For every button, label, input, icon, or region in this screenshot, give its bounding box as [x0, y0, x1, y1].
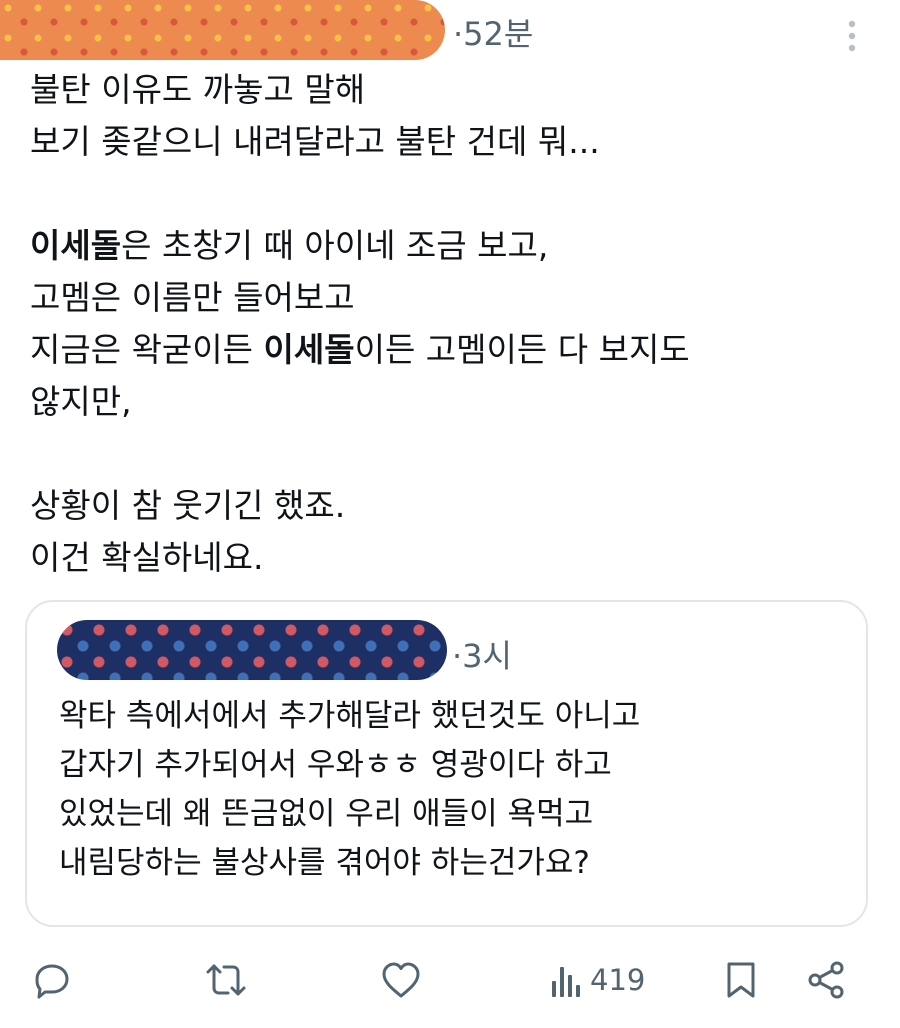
separator-dot: ·: [453, 15, 464, 53]
tweet-text-line: 고멤은 이름만 들어보고: [30, 272, 870, 324]
tweet-text-segment: 상황이 참 웃기긴 했죠.: [30, 486, 346, 525]
tweet-text-segment: 보기 좆같으니 내려달라고 불탄 건데 뭐...: [30, 122, 600, 161]
quoted-tweet[interactable]: ·3시 왁타 측에서에서 추가해달라 했던것도 아니고 갑자기 추가되어서 우와…: [25, 600, 868, 927]
tweet-text-line: [30, 168, 870, 220]
tweet-text-segment: 이든 고멤이든 다 보지도: [354, 330, 690, 369]
quoted-author-name-redacted[interactable]: [57, 620, 447, 680]
tweet-text-line: 않지만,: [30, 376, 870, 428]
tweet-text-line: 보기 좆같으니 내려달라고 불탄 건데 뭐...: [30, 116, 870, 168]
share-icon: [808, 961, 844, 999]
author-name-redacted[interactable]: [0, 0, 445, 60]
tweet-text-line: 지금은 왁굳이든 이세돌이든 고멤이든 다 보지도: [30, 324, 870, 376]
tweet: ·52분 불탄 이유도 까놓고 말해 보기 좆같으니 내려달라고 불탄 건데 뭐.…: [0, 0, 900, 1028]
reply-icon: [35, 964, 69, 999]
tweet-text-line: 이건 확실하네요.: [30, 532, 870, 584]
tweet-text-segment: 않지만,: [30, 382, 132, 421]
tweet-text: 불탄 이유도 까놓고 말해보기 좆같으니 내려달라고 불탄 건데 뭐... 이세돌…: [30, 64, 870, 584]
tweet-text-segment: 이건 확실하네요.: [30, 538, 264, 577]
tweet-text-segment: 은 초창기 때 아이네 조금 보고,: [121, 226, 549, 265]
like-icon: [382, 962, 420, 998]
quoted-tweet-timestamp: 3시: [462, 637, 512, 675]
tweet-meta: ·52분: [453, 12, 533, 56]
tweet-text-line: 불탄 이유도 까놓고 말해: [30, 64, 870, 116]
more-vertical-icon: [848, 20, 856, 52]
tweet-text-bold: 이세돌: [263, 330, 355, 369]
tweet-text-line: [30, 428, 870, 480]
retweet-button[interactable]: [203, 956, 249, 1004]
quoted-tweet-meta: ·3시: [452, 634, 512, 678]
tweet-text-bold: 이세돌: [30, 226, 122, 265]
separator-dot: ·: [452, 637, 463, 675]
reply-button[interactable]: [32, 956, 72, 1004]
tweet-text-line: 상황이 참 웃기긴 했죠.: [30, 480, 870, 532]
action-bar: 419: [0, 950, 900, 1010]
tweet-text-segment: 고멤은 이름만 들어보고: [30, 278, 355, 317]
tweet-timestamp[interactable]: 52분: [463, 15, 533, 53]
retweet-icon: [206, 964, 246, 996]
bookmark-button[interactable]: [724, 956, 758, 1004]
share-button[interactable]: [806, 956, 846, 1004]
tweet-text-segment: 지금은 왁굳이든: [30, 330, 264, 369]
views-count: 419: [590, 963, 646, 997]
views-button[interactable]: 419: [550, 956, 645, 1004]
bookmark-icon: [727, 962, 755, 998]
views-icon: [552, 967, 580, 997]
tweet-text-segment: 불탄 이유도 까놓고 말해: [30, 70, 366, 109]
like-button[interactable]: [380, 956, 422, 1004]
more-options-button[interactable]: [832, 14, 872, 58]
tweet-text-line: 이세돌은 초창기 때 아이네 조금 보고,: [30, 220, 870, 272]
quoted-tweet-text: 왁타 측에서에서 추가해달라 했던것도 아니고 갑자기 추가되어서 우와ㅎㅎ 영…: [59, 698, 641, 881]
